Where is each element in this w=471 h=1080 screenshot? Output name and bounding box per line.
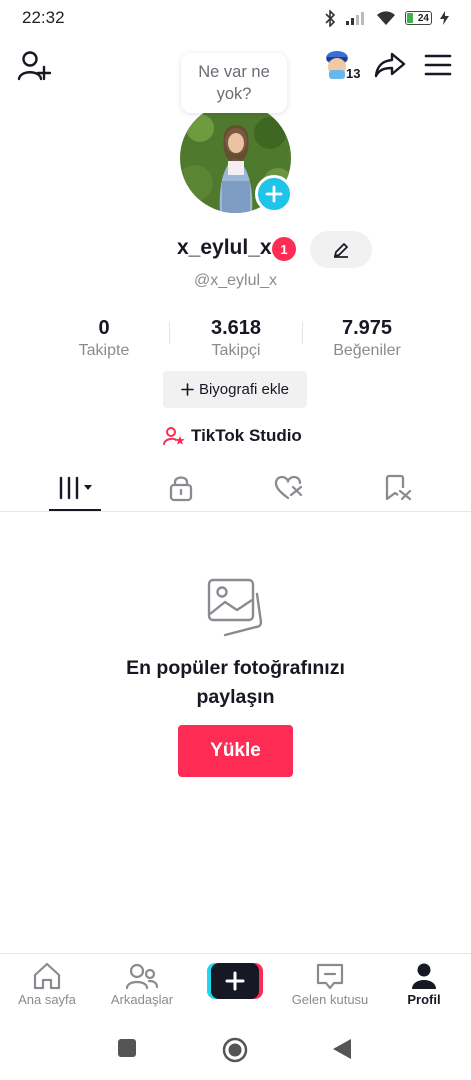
nav-create-button[interactable] [207,963,263,999]
tabs-divider [0,511,471,512]
edit-profile-button[interactable] [310,231,372,268]
wifi-icon [377,10,395,25]
empty-state-title-line2: paylaşın [196,686,275,708]
tiktok-studio-label: TikTok Studio [191,426,302,445]
stat-divider [169,322,170,344]
battery-icon: 24 [405,11,432,25]
nav-home-label: Ana sayfa [18,992,76,1007]
upload-button[interactable]: Yükle [178,725,293,777]
status-icons: 24 [323,9,449,27]
nav-profile-label: Profil [407,992,441,1007]
notification-badge: 1 [272,237,296,261]
liked-heart-icon [274,475,303,500]
nav-friends[interactable]: Arkadaşlar [97,962,187,1007]
inbox-icon [316,963,344,990]
tab-saved[interactable] [368,466,428,510]
friends-icon [125,963,159,990]
likes-stat[interactable]: 7.975 Beğeniler [302,316,432,360]
followers-label: Takipçi [211,342,261,359]
add-user-icon [17,51,51,81]
saved-bookmark-icon [385,474,412,501]
profile-visitors-button[interactable]: 13 [324,48,366,84]
tab-private[interactable] [151,466,211,510]
share-profile-button[interactable] [370,48,410,82]
nav-inbox[interactable]: Gelen kutusu [285,962,375,1007]
tab-videos[interactable] [45,466,105,510]
following-label: Takipte [78,342,130,359]
add-friend-button[interactable] [14,48,54,84]
nav-home[interactable]: Ana sayfa [2,962,92,1007]
plus-icon [181,383,194,396]
empty-state-title-line1: En popüler fotoğrafınızı [126,657,345,679]
back-system-button[interactable] [331,1037,353,1061]
add-bio-button[interactable]: Biyografi ekle [163,371,307,408]
bottom-navigation: Ana sayfa Arkadaşlar Gelen kutusu Profil [0,953,471,1020]
followers-count: 3.618 [210,317,262,339]
recent-apps-button[interactable] [116,1037,138,1059]
likes-label: Beğeniler [333,342,401,359]
bluetooth-icon [325,9,336,27]
nav-friends-label: Arkadaşlar [110,992,174,1007]
status-bar: 22:32 24 [0,0,471,36]
studio-person-star-icon [163,427,185,445]
menu-button[interactable] [419,48,457,82]
visitor-count: 13 [346,66,361,81]
status-prompt-bubble[interactable]: Ne var ne yok? [181,53,287,113]
pencil-icon [334,242,348,258]
following-stat[interactable]: 0 Takipte [39,316,169,360]
username: x_eylul_x [177,236,272,259]
back-triangle-icon [333,1039,351,1059]
signal-icon [346,12,364,25]
followers-stat[interactable]: 3.618 Takipçi [171,316,301,360]
nav-inbox-label: Gelen kutusu [291,992,369,1007]
user-handle: @x_eylul_x [194,272,277,289]
home-icon [33,962,61,990]
tiktok-studio-link[interactable]: TikTok Studio [163,424,302,448]
add-bio-label: Biyografi ekle [198,381,290,398]
status-time: 22:32 [22,8,65,27]
likes-count: 7.975 [341,317,393,339]
hamburger-menu-icon [424,54,452,76]
add-story-button[interactable] [255,175,293,213]
nav-profile[interactable]: Profil [379,962,469,1007]
profile-icon [412,963,436,989]
photos-placeholder-icon [205,576,265,638]
following-count: 0 [98,317,110,339]
circle-home-icon [222,1037,248,1063]
share-icon [374,52,406,78]
square-icon [118,1039,136,1057]
home-system-button[interactable] [222,1037,248,1063]
create-plus-icon [207,963,263,999]
tab-liked[interactable] [259,466,319,510]
grid-videos-icon [57,476,92,500]
lock-icon [169,476,193,502]
system-navigation-bar [0,1020,471,1080]
plus-icon [265,185,283,203]
charging-icon [440,11,449,25]
empty-state-title: En popüler fotoğrafınızı paylaşın [0,654,471,712]
